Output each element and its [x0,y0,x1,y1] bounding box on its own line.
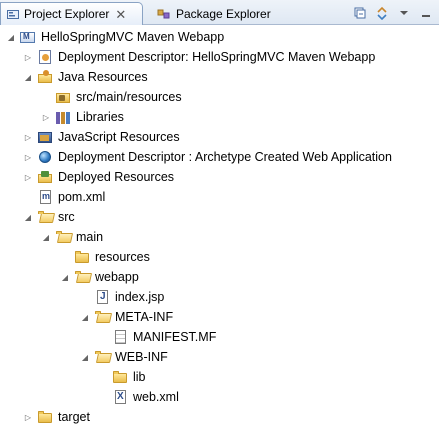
expanded-twisty-icon[interactable]: ◢ [80,312,90,322]
folder-open-icon [74,269,90,285]
maven-pom-icon [37,189,53,205]
java-resources-icon [37,69,53,85]
tree-item-label: MANIFEST.MF [133,330,217,344]
tree-item-label: src [58,210,75,224]
expanded-twisty-icon[interactable]: ◢ [23,72,33,82]
tree-item-meta-inf[interactable]: ◢ META-INF [80,307,173,327]
collapsed-twisty-icon[interactable]: ▷ [23,152,33,162]
tree-item-label: target [58,410,90,424]
collapsed-twisty-icon[interactable]: ▷ [23,412,33,422]
project-tree: ◢ HelloSpringMVC Maven Webapp ▷ Deployme… [0,25,439,440]
tree-item-deployment-descriptor[interactable]: ▷ Deployment Descriptor: HelloSpringMVC … [23,47,375,67]
libraries-icon [55,109,71,125]
expanded-twisty-icon[interactable]: ◢ [41,232,51,242]
package-explorer-icon [157,8,171,20]
tree-item-label: WEB-INF [115,350,168,364]
folder-open-icon [94,309,110,325]
tree-item-src-main-resources[interactable]: ▷ src/main/resources [41,87,182,107]
expanded-twisty-icon[interactable]: ◢ [80,352,90,362]
tab-package-explorer-label: Package Explorer [176,6,271,21]
expanded-twisty-icon[interactable]: ◢ [6,32,16,42]
tree-item-label: webapp [95,270,139,284]
tree-item-resources[interactable]: ▷ resources [60,247,150,267]
tree-item-target[interactable]: ▷ target [23,407,90,427]
tree-item-label: Deployment Descriptor : Archetype Create… [58,150,392,164]
folder-open-icon [55,229,71,245]
tree-item-pom-xml[interactable]: ▷ pom.xml [23,187,105,207]
tree-item-deployed-resources[interactable]: ▷ Deployed Resources [23,167,174,187]
xml-file-icon [112,389,128,405]
tree-item-label: resources [95,250,150,264]
close-tab-icon[interactable]: ✕ [115,8,126,21]
tree-item-label: Deployed Resources [58,170,175,184]
collapse-all-icon[interactable] [351,4,369,22]
link-with-editor-icon[interactable] [373,4,391,22]
deployment-descriptor-icon [37,49,53,65]
tree-item-archetype-descriptor[interactable]: ▷ Deployment Descriptor : Archetype Crea… [23,147,392,167]
tree-item-javascript-resources[interactable]: ▷ JavaScript Resources [23,127,180,147]
folder-open-icon [94,349,110,365]
deployed-resources-icon [37,169,53,185]
tree-item-web-xml[interactable]: ▷ web.xml [98,387,179,407]
folder-icon [74,249,90,265]
view-menu-icon[interactable] [395,4,413,22]
tree-item-label: JavaScript Resources [58,130,180,144]
tree-item-label: pom.xml [58,190,106,204]
tree-item-web-inf[interactable]: ◢ WEB-INF [80,347,168,367]
web-globe-icon [37,149,53,165]
javascript-resources-icon [37,129,53,145]
tab-project-explorer[interactable]: Project Explorer ✕ [0,2,143,25]
tree-item-label: index.jsp [115,290,165,304]
collapsed-twisty-icon[interactable]: ▷ [23,132,33,142]
tree-item-libraries[interactable]: ▷ Libraries [41,107,124,127]
jsp-file-icon [94,289,110,305]
source-folder-icon [55,89,71,105]
text-file-icon [112,329,128,345]
tree-item-label: Deployment Descriptor: HelloSpringMVC Ma… [58,50,376,64]
view-tab-bar: Project Explorer ✕ Package Explorer [0,0,439,25]
tree-item-lib[interactable]: ▷ lib [98,367,146,387]
tree-item-label: src/main/resources [76,90,182,104]
tree-item-label: main [76,230,104,244]
tree-item-main[interactable]: ◢ main [41,227,103,247]
view-toolbar [351,2,439,23]
tree-item-label: HelloSpringMVC Maven Webapp [41,30,225,44]
tree-item-label: META-INF [115,310,174,324]
folder-icon [112,369,128,385]
expanded-twisty-icon[interactable]: ◢ [23,212,33,222]
tree-item-java-resources[interactable]: ◢ Java Resources [23,67,148,87]
project-icon [20,29,36,45]
project-explorer-icon [7,8,19,20]
tab-project-explorer-label: Project Explorer [24,7,110,21]
folder-icon [37,409,53,425]
tree-item-index-jsp[interactable]: ▷ index.jsp [80,287,164,307]
expanded-twisty-icon[interactable]: ◢ [60,272,70,282]
minimize-icon[interactable] [417,4,435,22]
collapsed-twisty-icon[interactable]: ▷ [23,52,33,62]
folder-open-icon [37,209,53,225]
tree-item-src[interactable]: ◢ src [23,207,75,227]
collapsed-twisty-icon[interactable]: ▷ [23,172,33,182]
collapsed-twisty-icon[interactable]: ▷ [41,112,51,122]
tree-item-webapp[interactable]: ◢ webapp [60,267,139,287]
tree-item-label: lib [133,370,146,384]
tree-item-project-root[interactable]: ◢ HelloSpringMVC Maven Webapp [6,27,224,47]
tree-item-label: Java Resources [58,70,148,84]
tree-item-manifest-mf[interactable]: ▷ MANIFEST.MF [98,327,216,347]
tree-item-label: web.xml [133,390,179,404]
tab-package-explorer[interactable]: Package Explorer [151,2,293,25]
tree-item-label: Libraries [76,110,124,124]
